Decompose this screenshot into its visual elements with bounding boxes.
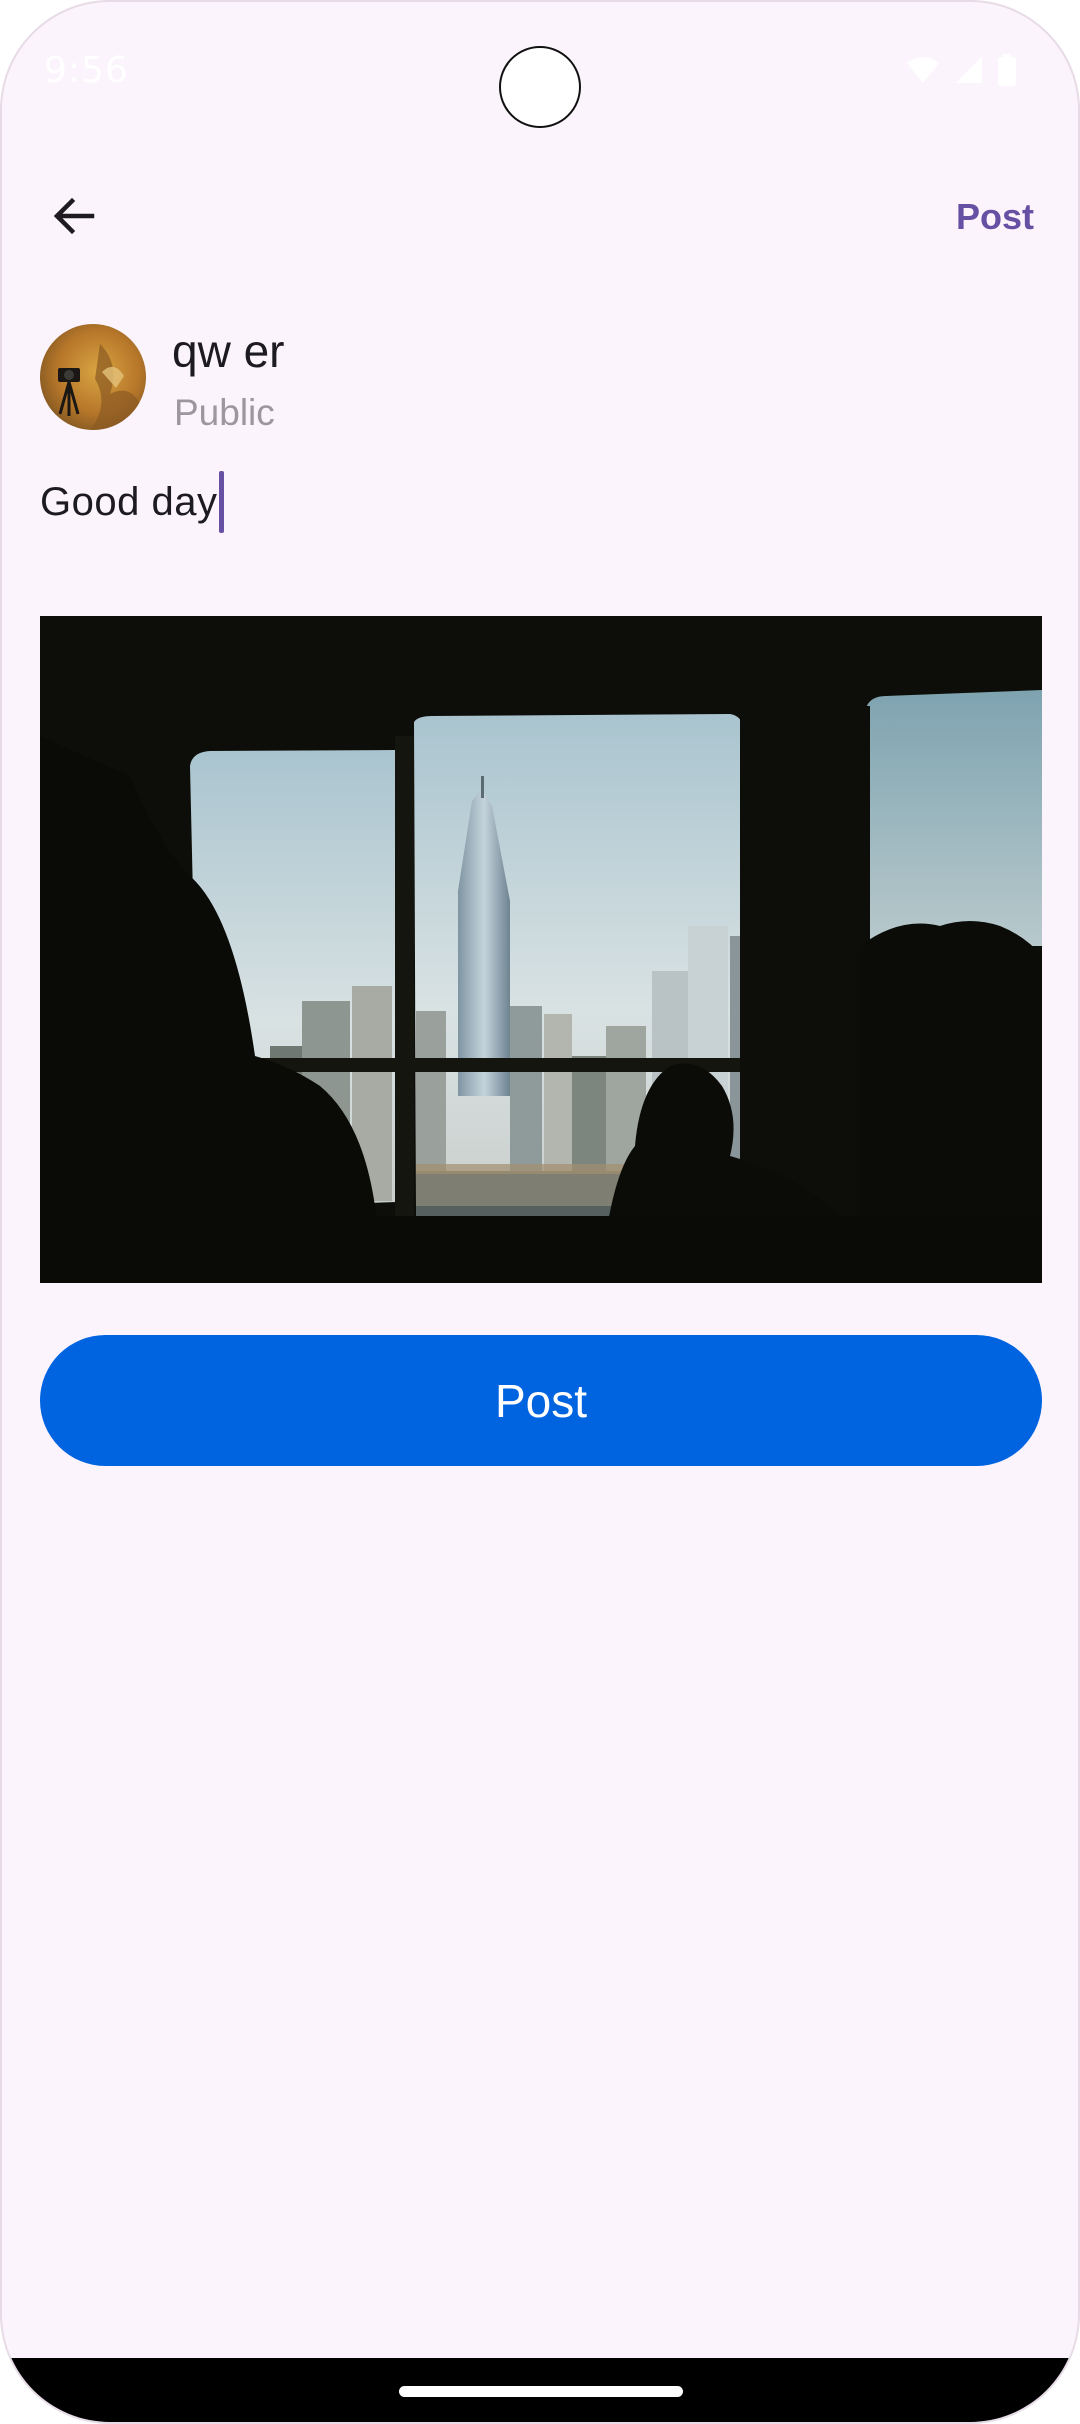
post-text-value: Good day — [40, 479, 218, 524]
top-post-action[interactable]: Post — [956, 196, 1034, 238]
signal-icon — [954, 55, 984, 85]
text-cursor — [219, 471, 225, 533]
status-bar: 9:56 — [2, 2, 1078, 142]
post-button[interactable]: Post — [40, 1335, 1042, 1466]
wifi-icon — [906, 55, 940, 85]
phone-screen: 9:56 Post qw er Public Good day Post — [0, 0, 1080, 2424]
back-button[interactable] — [38, 182, 110, 254]
battery-icon — [998, 54, 1016, 86]
avatar — [40, 324, 146, 430]
arrow-back-icon — [50, 192, 98, 245]
status-icons — [906, 54, 1016, 86]
home-indicator[interactable] — [399, 2386, 683, 2397]
author-name: qw er — [172, 325, 285, 377]
attached-photo[interactable] — [40, 616, 1042, 1283]
status-time: 9:56 — [44, 50, 129, 91]
audience-selector[interactable]: Public — [174, 392, 275, 434]
post-button-label: Post — [494, 1374, 588, 1427]
post-text-input[interactable]: Good day — [40, 470, 225, 534]
camera-cutout — [499, 46, 581, 128]
system-nav-bar — [2, 2358, 1078, 2422]
